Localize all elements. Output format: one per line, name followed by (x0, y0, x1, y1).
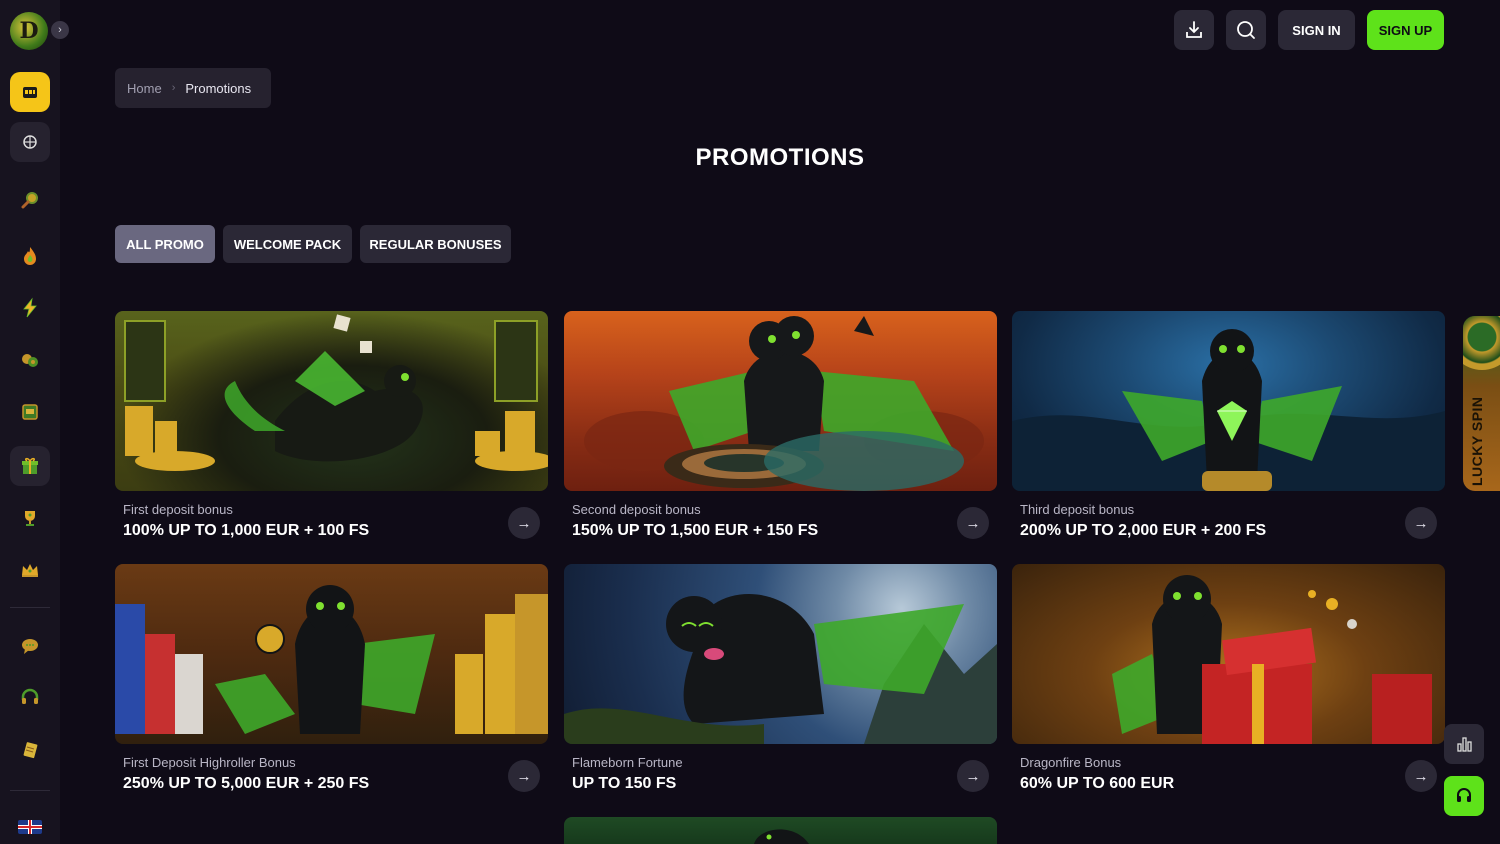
lucky-spin-label: LUCKY SPIN (1469, 396, 1485, 486)
promo-card[interactable]: Dragonfire Bonus 60% UP TO 600 EUR → (1012, 564, 1445, 804)
sidebar-item-rules[interactable] (10, 730, 50, 770)
sidebar-item-vip[interactable] (10, 550, 50, 590)
download-button[interactable] (1174, 10, 1214, 50)
promo-image-next[interactable] (564, 817, 997, 844)
promo-card[interactable]: Second deposit bonus 150% UP TO 1,500 EU… (564, 311, 997, 551)
fire-icon (24, 247, 36, 265)
gift-icon (22, 457, 38, 474)
scroll-icon (23, 742, 38, 759)
sidebar-expand-button[interactable]: › (51, 21, 69, 39)
filter-welcome-pack[interactable]: WELCOME PACK (223, 225, 352, 263)
sidebar-divider (10, 790, 50, 791)
promo-image-dragon-gem (1012, 311, 1445, 491)
promo-title: 100% UP TO 1,000 EUR + 100 FS (123, 522, 370, 539)
promo-subtitle: Flameborn Fortune (572, 755, 683, 770)
arrow-right-icon[interactable]: → (508, 760, 540, 792)
breadcrumb-home-link[interactable]: Home (127, 81, 162, 96)
promo-card[interactable]: First deposit bonus 100% UP TO 1,000 EUR… (115, 311, 548, 551)
headset-icon (1457, 788, 1471, 802)
arrow-right-icon[interactable]: → (1405, 507, 1437, 539)
promo-image-dragon-gift (1012, 564, 1445, 744)
sidebar-item-slots[interactable] (10, 392, 50, 432)
arrow-right-icon[interactable]: → (508, 507, 540, 539)
search-button[interactable] (1226, 10, 1266, 50)
chat-icon (22, 639, 38, 654)
promo-image-dragon-roulette (564, 311, 997, 491)
promo-subtitle: First deposit bonus (123, 502, 233, 517)
slot-icon (22, 404, 38, 420)
bar-chart-icon (1457, 737, 1472, 752)
lucky-spin-tab[interactable]: LUCKY SPIN (1463, 316, 1500, 491)
stats-button[interactable] (1444, 724, 1484, 764)
sidebar-item-tournaments[interactable] (10, 498, 50, 538)
sidebar-item-sports[interactable] (10, 122, 50, 162)
promo-subtitle: First Deposit Highroller Bonus (123, 755, 296, 770)
arrow-right-icon[interactable]: → (1405, 760, 1437, 792)
sidebar-item-support[interactable] (10, 678, 50, 718)
promo-card[interactable]: Flameborn Fortune UP TO 150 FS → (564, 564, 997, 804)
sidebar-item-hot[interactable] (10, 236, 50, 276)
trophy-icon (25, 511, 35, 526)
promo-title: UP TO 150 FS (572, 775, 677, 792)
logo-letter: D (19, 18, 39, 44)
sidebar-item-search[interactable] (10, 180, 50, 220)
promo-title: 200% UP TO 2,000 EUR + 200 FS (1020, 522, 1267, 539)
promo-subtitle: Dragonfire Bonus (1020, 755, 1122, 770)
promo-title: 60% UP TO 600 EUR (1020, 775, 1175, 792)
sidebar-item-promotions[interactable] (10, 446, 50, 486)
promo-subtitle: Second deposit bonus (572, 502, 701, 517)
page-title: PROMOTIONS (695, 144, 865, 171)
language-flag-icon[interactable] (18, 820, 42, 834)
logo[interactable]: D (10, 12, 48, 50)
filter-regular-bonuses[interactable]: REGULAR BONUSES (360, 225, 511, 263)
sidebar-divider (10, 607, 50, 608)
promo-image-dragon-chips (115, 564, 548, 744)
chips-icon (22, 354, 38, 367)
sign-in-button[interactable]: SIGN IN (1278, 10, 1355, 50)
crown-icon (22, 564, 38, 577)
promo-card[interactable]: Third deposit bonus 200% UP TO 2,000 EUR… (1012, 311, 1445, 551)
search-icon (1237, 21, 1255, 39)
sidebar-item-casino[interactable] (10, 72, 50, 112)
lightning-icon (23, 297, 37, 318)
promo-title: 150% UP TO 1,500 EUR + 150 FS (572, 522, 819, 539)
chevron-right-icon: › (171, 82, 176, 94)
sign-up-button[interactable]: SIGN UP (1367, 10, 1444, 50)
promo-card[interactable]: First Deposit Highroller Bonus 250% UP T… (115, 564, 548, 804)
breadcrumb: Home › Promotions (115, 68, 271, 108)
promo-subtitle: Third deposit bonus (1020, 502, 1135, 517)
promo-image-dragon-casino (115, 311, 548, 491)
slot-machine-icon (23, 87, 37, 98)
sidebar-item-chat[interactable] (10, 626, 50, 666)
sidebar-item-live[interactable] (10, 340, 50, 380)
arrow-right-icon[interactable]: → (957, 760, 989, 792)
arrow-right-icon[interactable]: → (957, 507, 989, 539)
headset-icon (21, 688, 39, 704)
filter-all-promo[interactable]: ALL PROMO (115, 225, 215, 263)
breadcrumb-current: Promotions (185, 80, 252, 96)
promo-title: 250% UP TO 5,000 EUR + 250 FS (123, 775, 370, 792)
support-chat-button[interactable] (1444, 776, 1484, 816)
download-icon (1186, 21, 1202, 38)
sidebar: D › (0, 0, 69, 844)
magnifier-icon (21, 192, 38, 209)
basketball-icon (23, 135, 37, 149)
promo-image-dragon-night (564, 564, 997, 744)
sidebar-item-fast[interactable] (10, 288, 50, 328)
